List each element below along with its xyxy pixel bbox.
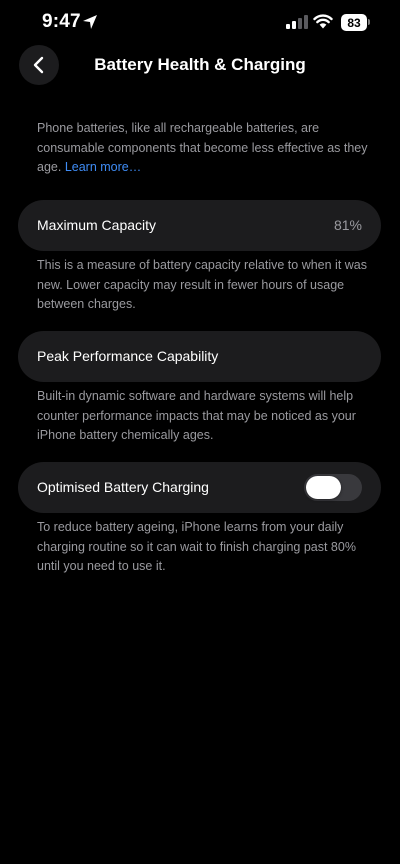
- cellular-signal-icon: [286, 15, 308, 29]
- battery-cap: [368, 19, 370, 25]
- optimised-charging-footnote: To reduce battery ageing, iPhone learns …: [37, 520, 356, 573]
- navigation-bar: Battery Health & Charging: [0, 44, 400, 88]
- peak-performance-row: Peak Performance Capability: [18, 331, 381, 382]
- battery-level: 83: [341, 14, 367, 31]
- status-time: 9:47: [42, 11, 81, 32]
- maximum-capacity-row: Maximum Capacity 81%: [18, 200, 381, 251]
- page-title: Battery Health & Charging: [94, 55, 306, 74]
- wifi-icon: [313, 14, 333, 29]
- peak-performance-label: Peak Performance Capability: [37, 348, 219, 364]
- maximum-capacity-label: Maximum Capacity: [37, 217, 157, 233]
- battery-icon: 83: [341, 14, 371, 31]
- maximum-capacity-footnote: This is a measure of battery capacity re…: [37, 258, 368, 311]
- status-bar: 9:47 83: [0, 0, 400, 46]
- optimised-charging-toggle[interactable]: [304, 474, 362, 501]
- maximum-capacity-value: 81%: [333, 217, 362, 233]
- location-arrow-icon: [83, 15, 97, 29]
- peak-performance-footnote: Built-in dynamic software and hardware s…: [37, 389, 356, 442]
- learn-more-link[interactable]: Learn more…: [65, 160, 141, 174]
- optimised-charging-label: Optimised Battery Charging: [37, 479, 209, 495]
- toggle-knob: [306, 476, 341, 499]
- intro-description: Phone batteries, like all rechargeable b…: [37, 119, 372, 178]
- optimised-charging-row: Optimised Battery Charging: [18, 462, 381, 513]
